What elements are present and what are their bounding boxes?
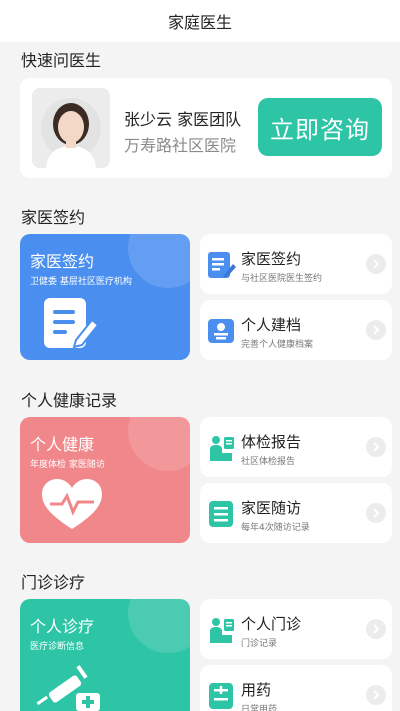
chevron-right-icon[interactable] <box>366 437 386 457</box>
syringe-medicine-icon <box>34 661 104 711</box>
clinic-item-subtitle: 门诊记录 <box>241 639 278 649</box>
doctor-exam-icon <box>206 433 236 461</box>
health-big-card[interactable]: 个人健康 年度体检 家医随访 <box>20 417 190 543</box>
doctor-name: 张少云 家医团队 <box>124 110 242 129</box>
clinic-item-title: 个人门诊 <box>241 615 302 633</box>
chevron-right-icon[interactable] <box>366 503 386 523</box>
doctor-clinic-icon <box>206 615 236 643</box>
health-big-title: 个人健康 <box>30 435 95 454</box>
sign-item-family-doctor[interactable]: 家医签约 与社区医院医生签约 <box>200 234 392 294</box>
decorative-blob <box>128 599 190 653</box>
chevron-right-icon[interactable] <box>366 685 386 705</box>
decorative-blob <box>128 417 190 471</box>
medicine-list-icon <box>206 681 236 709</box>
clinic-item-title: 用药 <box>241 681 272 699</box>
chevron-right-icon[interactable] <box>366 619 386 639</box>
sign-document-icon <box>206 250 236 278</box>
sign-item-title: 家医签约 <box>241 250 302 268</box>
sign-big-title: 家医签约 <box>30 252 95 271</box>
sign-item-title: 个人建档 <box>241 316 302 334</box>
clinic-item-medicine[interactable]: 用药 日常用药 <box>200 665 392 711</box>
decorative-blob <box>128 234 190 288</box>
document-pen-icon <box>40 294 104 356</box>
doctor-hospital: 万寿路社区医院 <box>124 136 237 155</box>
followup-checklist-icon <box>206 499 236 527</box>
health-item-subtitle: 社区体检报告 <box>241 457 296 467</box>
section-title-health: 个人健康记录 <box>21 391 118 410</box>
sign-item-subtitle: 完善个人健康档案 <box>241 340 314 350</box>
clinic-item-outpatient[interactable]: 个人门诊 门诊记录 <box>200 599 392 659</box>
clinic-big-title: 个人诊疗 <box>30 617 95 636</box>
consult-now-button[interactable]: 立即咨询 <box>258 98 382 156</box>
doctor-card[interactable]: 张少云 家医团队 万寿路社区医院 立即咨询 <box>20 78 392 178</box>
clinic-item-subtitle: 日常用药 <box>241 705 278 711</box>
profile-folder-icon <box>206 316 236 344</box>
health-item-exam-report[interactable]: 体检报告 社区体检报告 <box>200 417 392 477</box>
chevron-right-icon[interactable] <box>366 254 386 274</box>
sign-item-personal-record[interactable]: 个人建档 完善个人健康档案 <box>200 300 392 360</box>
section-title-clinic: 门诊诊疗 <box>21 573 86 592</box>
health-item-title: 家医随访 <box>241 499 302 517</box>
health-item-subtitle: 每年4次随访记录 <box>241 523 310 533</box>
chevron-right-icon[interactable] <box>366 320 386 340</box>
page-title: 家庭医生 <box>167 13 232 32</box>
title-bar: 家庭医生 <box>0 0 400 42</box>
sign-big-subtitle: 卫健委 基层社区医疗机构 <box>30 277 132 287</box>
sign-big-card[interactable]: 家医签约 卫健委 基层社区医疗机构 <box>20 234 190 360</box>
sign-item-subtitle: 与社区医院医生签约 <box>241 274 323 284</box>
section-title-quick: 快速问医生 <box>21 51 102 70</box>
health-item-title: 体检报告 <box>241 433 302 451</box>
clinic-big-subtitle: 医疗诊断信息 <box>30 642 85 652</box>
health-item-followup[interactable]: 家医随访 每年4次随访记录 <box>200 483 392 543</box>
doctor-avatar <box>32 88 110 168</box>
clinic-big-card[interactable]: 个人诊疗 医疗诊断信息 <box>20 599 190 711</box>
heart-pulse-icon <box>40 477 104 537</box>
section-title-sign: 家医签约 <box>21 208 86 227</box>
health-big-subtitle: 年度体检 家医随访 <box>30 460 105 470</box>
